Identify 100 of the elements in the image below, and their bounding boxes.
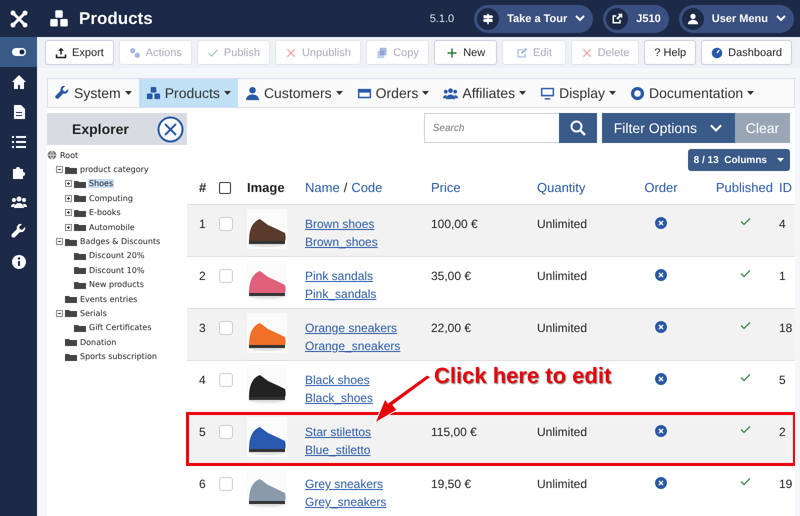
check-icon[interactable]: [740, 321, 751, 330]
row-checkbox[interactable]: [219, 269, 233, 283]
order-icon[interactable]: [655, 477, 667, 489]
menu-item[interactable]: Customers: [238, 79, 350, 107]
sidebar-item[interactable]: [0, 37, 37, 67]
wrench-icon: [55, 86, 70, 100]
filter-button[interactable]: Filter Options: [602, 113, 735, 143]
product-code-link[interactable]: Brown_shoes: [305, 235, 378, 249]
list-icon: [10, 134, 26, 150]
tree-item[interactable]: New products: [88, 280, 145, 290]
id-cell-text: 4: [779, 216, 787, 233]
toolbar-button[interactable]: ? Help: [644, 40, 696, 65]
user-icon: [686, 12, 699, 24]
column-header[interactable]: Published: [693, 180, 779, 195]
product-code-link[interactable]: Orange_sneakers: [305, 339, 400, 353]
column-header[interactable]: Code: [351, 180, 382, 195]
logo-icon[interactable]: [8, 8, 28, 28]
menu-item[interactable]: Products: [138, 79, 238, 107]
toolbar-button[interactable]: New: [434, 40, 498, 65]
tree-item[interactable]: Computing: [88, 194, 134, 203]
product-name-link[interactable]: Grey sneakers: [305, 477, 384, 491]
order-icon[interactable]: [655, 269, 667, 281]
check-icon[interactable]: [740, 269, 751, 278]
order-icon[interactable]: [655, 373, 667, 385]
check-icon[interactable]: [740, 373, 751, 382]
menu-item[interactable]: Orders: [350, 79, 436, 107]
tree-item[interactable]: Gift Certificates: [88, 323, 152, 332]
order-icon[interactable]: [655, 425, 667, 437]
product-name-link[interactable]: Pink sandals: [305, 269, 374, 283]
expand-icon[interactable]: [65, 209, 72, 216]
menu-item[interactable]: Affiliates: [436, 79, 534, 107]
product-name-link[interactable]: Brown shoes: [305, 217, 374, 231]
select-all-checkbox[interactable]: [219, 182, 231, 194]
copy-icon: [376, 46, 388, 58]
header-button[interactable]: J510: [603, 4, 669, 32]
tree-item[interactable]: Discount 20%: [88, 251, 146, 260]
row-checkbox[interactable]: [219, 425, 233, 439]
tree-item[interactable]: Badges & Discounts: [79, 237, 162, 246]
toolbar-button[interactable]: Dashboard: [701, 40, 792, 65]
columns-button[interactable]: 8 / 13 Columns: [688, 149, 790, 171]
table-row[interactable]: 1 Brown shoes Brown_shoes 100,00 € Unlimited 4: [187, 205, 795, 257]
tree-item[interactable]: Automobile: [88, 222, 136, 232]
search-icon: [570, 120, 586, 136]
close-icon[interactable]: [157, 116, 184, 142]
highlighted-row[interactable]: 5 Star stilettos Blue_stiletto 115,00 € Unlimited 2: [187, 413, 795, 465]
product-name-link[interactable]: Orange sneakers: [305, 321, 398, 335]
folder-icon: [74, 223, 86, 232]
edit-icon: [516, 46, 528, 58]
product-name-link[interactable]: Black shoes: [305, 373, 370, 387]
check-icon[interactable]: [740, 217, 751, 226]
menu-item[interactable]: Display: [533, 79, 623, 107]
tree-item[interactable]: Serials: [79, 308, 108, 318]
folder-icon: [65, 338, 77, 346]
order-icon[interactable]: [655, 321, 667, 333]
tree-item[interactable]: Root: [59, 150, 80, 160]
header-button[interactable]: Take a Tour: [474, 4, 594, 32]
collapse-icon[interactable]: [56, 238, 63, 246]
tree-item[interactable]: Events entries: [79, 294, 138, 304]
row-checkbox[interactable]: [219, 217, 233, 231]
menu-item[interactable]: Documentation: [623, 79, 762, 107]
header-button[interactable]: User Menu: [678, 4, 794, 32]
column-header[interactable]: ID: [779, 180, 795, 195]
column-header[interactable]: Order: [629, 180, 693, 195]
tree-item[interactable]: E-books: [88, 208, 122, 218]
tree-item[interactable]: Shoes: [88, 179, 114, 188]
collapse-icon[interactable]: [56, 310, 63, 317]
expand-icon[interactable]: [65, 180, 72, 188]
column-header[interactable]: Quantity: [537, 180, 629, 195]
row-checkbox[interactable]: [219, 373, 233, 387]
table-row[interactable]: 6 Grey sneakers Grey_sneakers 19,50 € Unlimited 19: [187, 465, 795, 516]
row-checkbox[interactable]: [219, 477, 233, 491]
product-code-link[interactable]: Pink_sandals: [305, 287, 376, 301]
product-code-link[interactable]: Black_shoes: [305, 391, 374, 405]
column-header[interactable]: Price: [431, 180, 537, 195]
order-icon[interactable]: [655, 217, 667, 229]
table-row[interactable]: 3 Orange sneakers Orange_sneakers 22,00 € Unlimited 18: [187, 309, 795, 361]
check-icon[interactable]: [740, 425, 751, 434]
caret-icon: [336, 91, 343, 95]
product-code-link[interactable]: Grey_sneakers: [305, 495, 386, 509]
tree-item[interactable]: Discount 10%: [88, 266, 146, 275]
tree-item[interactable]: product category: [79, 165, 150, 174]
check-icon[interactable]: [740, 477, 751, 486]
row-number: 5: [198, 424, 207, 441]
row-number: 2: [198, 268, 207, 285]
product-code-link[interactable]: Blue_stiletto: [305, 443, 370, 457]
row-checkbox[interactable]: [219, 321, 233, 335]
search-field[interactable]: Search: [424, 113, 559, 143]
folder-icon: [74, 194, 86, 202]
menu-item[interactable]: System: [48, 79, 139, 107]
caret-icon: [609, 91, 616, 95]
toolbar-button[interactable]: Export: [45, 40, 114, 65]
column-header[interactable]: Name: [305, 180, 340, 195]
expand-icon[interactable]: [65, 224, 72, 231]
product-name-link[interactable]: Star stilettos: [305, 425, 372, 439]
expand-icon[interactable]: [65, 194, 72, 202]
tree-item[interactable]: Sports subscription: [79, 352, 158, 362]
wrench-icon: [10, 224, 26, 240]
tree-item[interactable]: Donation: [79, 338, 118, 347]
collapse-icon[interactable]: [56, 166, 63, 174]
search-button[interactable]: [558, 113, 597, 143]
